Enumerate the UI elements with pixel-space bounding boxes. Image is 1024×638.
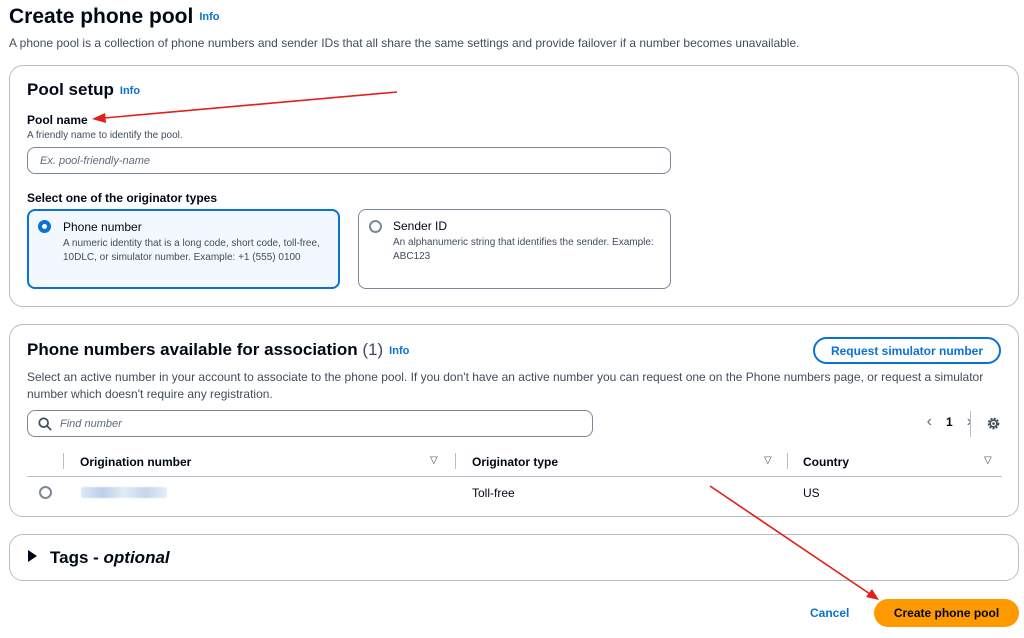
sort-originator-type-icon[interactable]: ▽	[764, 455, 772, 466]
find-number-search[interactable]	[27, 410, 593, 437]
column-origination-number[interactable]: Origination number	[80, 455, 191, 469]
country-cell: US	[803, 486, 820, 500]
page-title-text: Create phone pool	[9, 5, 194, 28]
phone-numbers-title: Phone numbers available for association	[27, 340, 358, 359]
column-divider	[787, 453, 788, 469]
phone-number-radio[interactable]	[38, 220, 51, 233]
phone-number-tile-title: Phone number	[63, 220, 142, 234]
sender-id-tile-title: Sender ID	[393, 219, 448, 233]
table-header: Origination number ▽ Originator type ▽ C…	[27, 447, 1002, 477]
pager-divider	[970, 411, 971, 437]
phone-numbers-description: Select an active number in your account …	[27, 370, 984, 401]
phone-numbers-info-link[interactable]: Info	[389, 345, 409, 357]
tags-title: Tags -	[50, 548, 104, 567]
table-row[interactable]: Toll-free US	[27, 478, 1002, 508]
phone-numbers-heading: Phone numbers available for association …	[27, 340, 409, 360]
originator-type-label: Select one of the originator types	[27, 191, 218, 205]
page-number[interactable]: 1	[946, 415, 953, 429]
originator-type-cell: Toll-free	[472, 486, 515, 500]
sender-id-tile-description: An alphanumeric string that identifies t…	[393, 237, 654, 262]
row-select-radio[interactable]	[39, 486, 52, 499]
page-title: Create phone pool Info	[9, 5, 220, 29]
column-divider	[63, 453, 64, 469]
phone-numbers-count: (1)	[362, 340, 384, 359]
tags-heading[interactable]: Tags - optional	[50, 548, 170, 568]
phone-numbers-panel: Phone numbers available for association …	[9, 324, 1019, 517]
cancel-button[interactable]: Cancel	[800, 600, 859, 626]
expand-caret-icon[interactable]	[28, 550, 37, 562]
page-info-link[interactable]: Info	[199, 11, 219, 23]
originator-tile-phone-number[interactable]: Phone number A numeric identity that is …	[27, 209, 340, 289]
pool-setup-title: Pool setup	[27, 80, 114, 99]
create-phone-pool-button[interactable]: Create phone pool	[874, 599, 1019, 627]
column-divider	[455, 453, 456, 469]
sender-id-radio[interactable]	[369, 220, 382, 233]
sort-origination-number-icon[interactable]: ▽	[430, 455, 438, 466]
pool-name-hint: A friendly name to identify the pool.	[27, 130, 183, 141]
pool-name-label: Pool name	[27, 113, 88, 127]
pool-setup-info-link[interactable]: Info	[120, 85, 140, 97]
originator-tile-sender-id[interactable]: Sender ID An alphanumeric string that id…	[358, 209, 671, 289]
tags-optional: optional	[103, 548, 170, 567]
tags-panel[interactable]: Tags - optional	[9, 534, 1019, 581]
pagination: ‹ 1 ›	[927, 413, 972, 431]
request-simulator-number-button[interactable]: Request simulator number	[812, 337, 1001, 364]
find-number-input[interactable]	[60, 415, 580, 433]
gear-icon[interactable]	[986, 416, 1001, 431]
origination-number-redacted[interactable]	[81, 487, 167, 498]
pool-setup-panel: Pool setup Info Pool name A friendly name…	[9, 65, 1019, 307]
pool-setup-heading: Pool setup Info	[27, 80, 140, 100]
search-icon	[38, 417, 52, 431]
sort-country-icon[interactable]: ▽	[984, 455, 992, 466]
page-description: A phone pool is a collection of phone nu…	[9, 36, 800, 50]
column-country[interactable]: Country	[803, 455, 849, 469]
phone-number-tile-description: A numeric identity that is a long code, …	[63, 238, 320, 263]
pool-name-input[interactable]	[27, 147, 671, 174]
column-originator-type[interactable]: Originator type	[472, 455, 558, 469]
previous-page-icon[interactable]: ‹	[927, 413, 932, 431]
